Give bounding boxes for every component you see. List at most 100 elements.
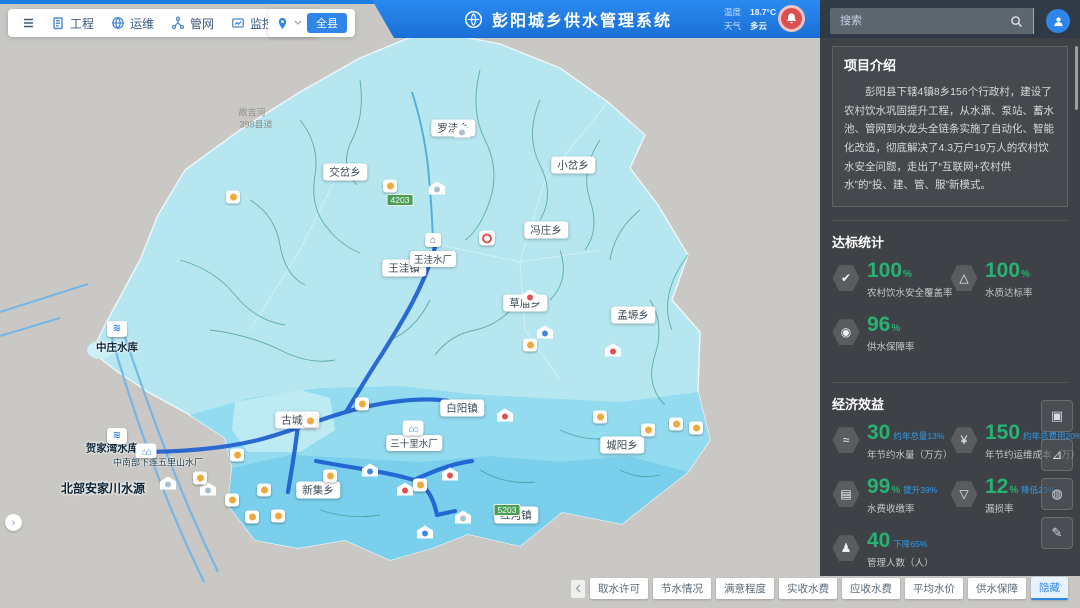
stat-value: 12 — [985, 475, 1008, 498]
map-pin-icon — [276, 17, 289, 30]
village-pin-marker[interactable] — [669, 418, 683, 431]
pencil-icon: ✎ — [1052, 525, 1063, 541]
chevron-left-icon[interactable] — [571, 580, 585, 598]
search-icon[interactable] — [999, 8, 1034, 34]
region-selector[interactable]: 全县 — [268, 9, 355, 37]
stat-item: ♟40下降65%管理人数（人） — [832, 531, 950, 569]
village-pin-marker[interactable] — [323, 470, 337, 483]
road-shield: 4203 — [387, 194, 414, 206]
stat-unit: % — [891, 323, 900, 334]
stat-badge: 提升39% — [903, 485, 937, 495]
village-pin-marker[interactable] — [523, 339, 537, 352]
nav-item-pipenetwork[interactable]: 管网 — [171, 15, 214, 32]
menu-icon[interactable] — [20, 16, 34, 30]
map-label-town[interactable]: 孟塬乡 — [611, 307, 655, 324]
alarm-marker[interactable] — [479, 231, 495, 246]
project-intro-section: 项目介绍 彭阳县下辖4镇8乡156个行政村，建设了农村饮水巩固提升工程，从水源、… — [832, 46, 1068, 207]
tab-water-permit[interactable]: 取水许可 — [590, 578, 648, 599]
village-pin-marker[interactable] — [641, 424, 655, 437]
map-label-town[interactable]: 白阳镇 — [440, 400, 484, 417]
village-pin-marker[interactable] — [230, 449, 244, 462]
village-pin-marker[interactable] — [413, 479, 427, 492]
cube-tool-button[interactable]: ▣ — [1041, 400, 1073, 432]
intro-body: 彭阳县下辖4镇8乡156个行政村，建设了农村饮水巩固提升工程，从水源、泵站、蓄水… — [844, 83, 1056, 195]
staff-icon: ♟ — [832, 534, 860, 562]
user-avatar[interactable] — [1046, 9, 1070, 33]
water-plant-icon[interactable]: ⌂⌂ — [403, 421, 424, 436]
hide-button[interactable]: 隐藏 — [1031, 577, 1068, 600]
globe-icon — [111, 16, 125, 30]
map-label-town[interactable]: 冯庄乡 — [524, 222, 568, 239]
water-save-icon: ≈ — [832, 426, 860, 454]
chevron-down-icon — [294, 20, 302, 26]
stat-value: 150 — [985, 421, 1020, 444]
map-label-town[interactable]: 小岔乡 — [551, 157, 595, 174]
village-pin-marker[interactable] — [355, 398, 369, 411]
road-shield: 5203 — [494, 504, 521, 516]
water-plant-icon[interactable]: ⌂⌂ — [136, 444, 157, 459]
stat-unit: % — [1021, 269, 1030, 280]
pump-station-icon[interactable]: ⌂ — [425, 233, 441, 247]
ruler-tool-button[interactable]: ⊿ — [1041, 439, 1073, 471]
nav-item-operations[interactable]: 运维 — [111, 15, 154, 32]
stat-value: 40 — [867, 529, 890, 552]
reservoir-icon[interactable]: ≋ — [107, 428, 127, 444]
village-pin-marker[interactable] — [383, 180, 397, 193]
stat-unit: % — [1009, 485, 1018, 496]
weather-info: 温度18.7°C 天气多云 — [724, 5, 776, 33]
village-pin-marker[interactable] — [257, 484, 271, 497]
globe-tool-button[interactable]: ◍ — [1041, 478, 1073, 510]
tab-average-price[interactable]: 平均水价 — [905, 578, 963, 599]
village-pin-marker[interactable] — [303, 415, 317, 428]
map-label-res: 中庄水库 — [96, 340, 138, 355]
stat-item: ≈30约年总量13%年节约水量（万方） — [832, 423, 950, 461]
pencil-tool-button[interactable]: ✎ — [1041, 517, 1073, 549]
village-pin-marker[interactable] — [225, 494, 239, 507]
map-label-town[interactable]: 新集乡 — [296, 482, 340, 499]
leak-icon: ▽ — [950, 480, 978, 508]
economic-benefit-section: 经济效益 ≈30约年总量13%年节约水量（万方）¥150约年总费用20%年节约运… — [832, 382, 1068, 585]
stat-value: 100 — [867, 259, 902, 282]
map-label-town[interactable]: 城阳乡 — [600, 437, 644, 454]
yen-icon: ¥ — [950, 426, 978, 454]
cube-icon: ▣ — [1051, 408, 1063, 424]
map-label-plant-label[interactable]: 王洼水厂 — [410, 251, 456, 267]
stat-item: ▤99%提升39%水费收缴率 — [832, 477, 950, 515]
stat-unit: % — [903, 269, 912, 280]
page-title: 彭阳城乡供水管理系统 — [492, 7, 672, 31]
tab-fees-receivable[interactable]: 应收水费 — [842, 578, 900, 599]
map-tools: ▣ ⊿ ◍ ✎ — [1041, 400, 1073, 549]
stat-label: 水质达标率 — [985, 285, 1033, 299]
network-icon — [171, 16, 185, 30]
tab-water-saving[interactable]: 节水情况 — [653, 578, 711, 599]
village-pin-marker[interactable] — [689, 422, 703, 435]
map-label-plant-label[interactable]: 三十里水厂 — [386, 435, 442, 451]
tab-supply-guarantee[interactable]: 供水保障 — [968, 578, 1026, 599]
village-pin-marker[interactable] — [193, 472, 207, 485]
stat-item: ✔100%农村饮水安全覆盖率 — [832, 261, 950, 299]
search-input[interactable] — [830, 8, 999, 34]
tab-fees-received[interactable]: 实收水费 — [779, 578, 837, 599]
safety-icon: ✔ — [832, 264, 860, 292]
village-pin-marker[interactable] — [271, 510, 285, 523]
alarm-button[interactable] — [778, 5, 805, 32]
flask-icon: △ — [950, 264, 978, 292]
tab-satisfaction[interactable]: 满意程度 — [716, 578, 774, 599]
village-pin-marker[interactable] — [593, 411, 607, 424]
clipboard-icon — [51, 16, 65, 30]
monitor-icon — [231, 16, 245, 30]
stat-value: 96 — [867, 313, 890, 336]
region-chip[interactable]: 全县 — [307, 13, 347, 33]
fee-icon: ▤ — [832, 480, 860, 508]
nav-item-engineering[interactable]: 工程 — [51, 15, 94, 32]
map-label-town[interactable]: 交岔乡 — [323, 164, 367, 181]
village-pin-marker[interactable] — [245, 511, 259, 524]
temperature-value: 18.7°C — [750, 7, 776, 17]
village-pin-marker[interactable] — [226, 191, 240, 204]
stat-item: ◉96%供水保障率 — [832, 315, 950, 353]
panel-scrollbar[interactable] — [1075, 46, 1078, 110]
drop-icon: ◉ — [832, 318, 860, 346]
expand-button[interactable]: › — [5, 514, 22, 531]
reservoir-icon[interactable]: ≋ — [107, 321, 127, 337]
economy-title: 经济效益 — [832, 394, 1068, 413]
